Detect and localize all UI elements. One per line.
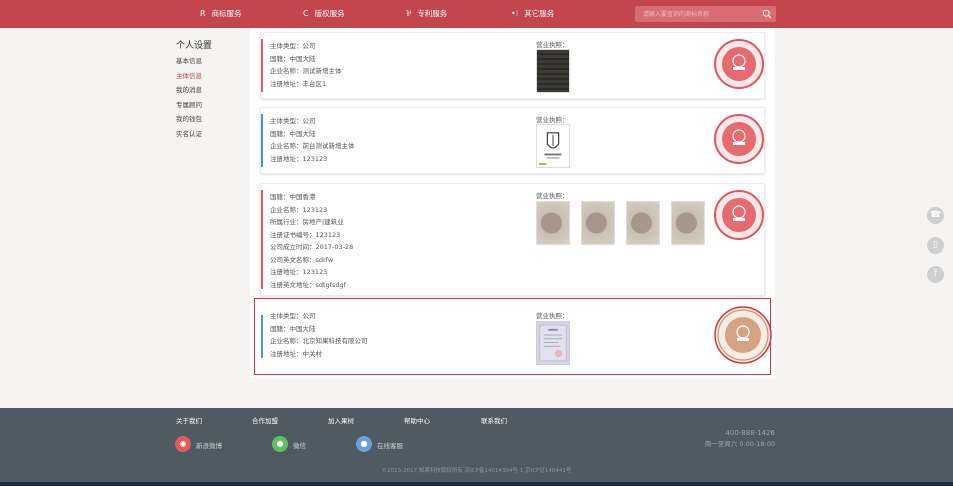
search-icon[interactable] <box>762 9 772 19</box>
nav-label: 专利服务 <box>417 9 448 18</box>
company-seal <box>714 306 772 364</box>
entity-nationality: 国籍：中国大陆 <box>270 324 316 333</box>
card-accent-bar <box>261 315 263 358</box>
entity-nationality: 国籍：中国香港 <box>270 193 316 201</box>
entity-nationality: 国籍：中国大陆 <box>270 129 316 138</box>
wechat-icon: ● <box>272 436 288 452</box>
top-nav-bar: R 商标服务 C 版权服务 ⅌ 专利服务 •⁝ 其它服务 <box>0 0 953 28</box>
entity-address: 注册地址：123123 <box>270 154 328 163</box>
entity-address: 注册地址：123123 <box>270 268 328 276</box>
phone-float-button[interactable]: ▯ <box>927 237 944 254</box>
business-license-label: 营业执照： <box>536 41 569 49</box>
footer-hours: 周一至周六 9:00-18:00 <box>704 440 775 448</box>
business-license-label: 营业执照： <box>536 192 569 200</box>
entity-type: 主体类型：公司 <box>270 42 316 50</box>
sidebar-title: 个人设置 <box>176 41 213 51</box>
social-label: 微信 <box>293 442 306 450</box>
business-license-image[interactable] <box>536 49 570 93</box>
entity-industry: 所属行业：房地产|建筑业 <box>270 218 344 226</box>
footer-copyright: ©2013-2017 知果科技版权所有 京ICP备14014304号-1 京IC… <box>381 468 572 474</box>
business-license-image[interactable] <box>671 201 705 245</box>
settings-sidebar: 个人设置 基本信息 主体信息 我的消息 专属顾问 我的钱包 实名认证 <box>176 38 246 141</box>
entity-card-selected[interactable]: 主体类型：公司 国籍：中国大陆 企业名称：北京知果科技有限公司 注册地址：中关村… <box>254 298 772 375</box>
nav-label: 商标服务 <box>211 9 242 18</box>
footer-link-help[interactable]: 帮助中心 <box>404 415 430 425</box>
business-license-image[interactable] <box>626 201 660 245</box>
nav-trademark-services[interactable]: R 商标服务 <box>200 0 242 28</box>
business-license-image[interactable] <box>536 201 570 245</box>
footer-link-contact[interactable]: 联系我们 <box>481 415 507 425</box>
sidebar-item-wallet[interactable]: 我的钱包 <box>176 112 246 127</box>
business-license-label: 营业执照： <box>536 312 569 320</box>
company-seal <box>714 114 764 164</box>
entity-founded-date: 公司成立时间：2017-03-28 <box>270 243 354 251</box>
weibo-icon: ◉ <box>175 436 191 452</box>
entity-list-panel: 主体类型：公司 国籍：中国大陆 企业名称：测试新增主体 注册地址：丰台区1 营业… <box>250 28 775 378</box>
card-accent-bar <box>261 190 263 289</box>
sidebar-item-entity-info[interactable]: 主体信息 <box>176 69 246 84</box>
entity-english-address: 注册英文地址：sdtgfsdgf <box>270 280 346 289</box>
entity-card[interactable]: 主体类型：公司 国籍：中国大陆 企业名称：前台测试新增主体 注册地址：12312… <box>260 107 765 174</box>
business-license-image[interactable] <box>536 124 570 168</box>
search-box <box>635 6 776 22</box>
other-services-icon: •⁝ <box>511 9 519 18</box>
social-label: 在线客服 <box>377 442 403 450</box>
footer-link-partnership[interactable]: 合作加盟 <box>252 415 278 425</box>
business-license-image[interactable] <box>536 321 570 365</box>
footer-link-join[interactable]: 加入果树 <box>328 415 354 425</box>
entity-certificate-number: 注册证书编号：123123 <box>270 230 341 239</box>
business-license-label: 营业执照： <box>536 116 569 124</box>
social-label: 新浪微博 <box>196 442 222 450</box>
entity-card[interactable]: 主体类型：公司 国籍：中国大陆 企业名称：测试新增主体 注册地址：丰台区1 营业… <box>260 32 765 99</box>
entity-info: 主体类型：公司 国籍：中国大陆 企业名称：测试新增主体 注册地址：丰台区1 <box>270 40 342 90</box>
card-accent-bar <box>261 114 263 167</box>
business-license-image[interactable] <box>581 201 615 245</box>
back-to-top-button[interactable]: ⤒ <box>927 266 944 283</box>
copyright-icon: C <box>303 9 309 18</box>
entity-address: 注册地址：丰台区1 <box>270 79 327 88</box>
entity-company-name: 企业名称：123123 <box>270 205 328 214</box>
entity-type: 主体类型：公司 <box>270 312 316 320</box>
entity-type: 主体类型：公司 <box>270 117 316 125</box>
company-seal <box>714 190 764 240</box>
footer-link-about[interactable]: 关于我们 <box>176 415 202 425</box>
entity-card[interactable]: 国籍：中国香港 企业名称：123123 所属行业：房地产|建筑业 注册证书编号：… <box>260 183 765 296</box>
entity-company-name: 企业名称：测试新增主体 <box>270 67 342 75</box>
entity-english-name: 公司英文名称：sdrfw <box>270 255 334 264</box>
os-taskbar <box>0 482 953 486</box>
nav-patent-services[interactable]: ⅌ 专利服务 <box>406 0 447 28</box>
entity-info: 主体类型：公司 国籍：中国大陆 企业名称：北京知果科技有限公司 注册地址：中关村 <box>270 310 368 360</box>
sidebar-item-messages[interactable]: 我的消息 <box>176 83 246 98</box>
nav-label: 其它服务 <box>524 9 555 18</box>
site-footer: 关于我们 合作加盟 加入果树 帮助中心 联系我们 ◉ 新浪微博 ● 微信 ● 在… <box>0 408 953 482</box>
footer-phone: 400-888-1426 <box>725 429 775 437</box>
entity-info: 国籍：中国香港 企业名称：123123 所属行业：房地产|建筑业 注册证书编号：… <box>270 191 353 291</box>
sidebar-item-advisor[interactable]: 专属顾问 <box>176 98 246 113</box>
chat-icon: ● <box>356 436 372 452</box>
entity-nationality: 国籍：中国大陆 <box>270 54 316 63</box>
entity-company-name: 企业名称：北京知果科技有限公司 <box>270 337 368 345</box>
patent-icon: ⅌ <box>406 9 412 18</box>
nav-other-services[interactable]: •⁝ 其它服务 <box>511 0 554 28</box>
entity-info: 主体类型：公司 国籍：中国大陆 企业名称：前台测试新增主体 注册地址：12312… <box>270 115 355 165</box>
company-seal <box>714 39 764 89</box>
entity-address: 注册地址：中关村 <box>270 349 322 358</box>
entity-company-name: 企业名称：前台测试新增主体 <box>270 142 355 150</box>
sidebar-item-basic-info[interactable]: 基本信息 <box>176 54 246 69</box>
sidebar-item-verification[interactable]: 实名认证 <box>176 127 246 142</box>
search-input[interactable] <box>635 6 759 22</box>
nav-copyright-services[interactable]: C 版权服务 <box>303 0 345 28</box>
nav-label: 版权服务 <box>314 9 345 18</box>
card-accent-bar <box>261 39 263 92</box>
service-float-button[interactable]: ☎ <box>927 207 944 224</box>
trademark-icon: R <box>200 9 206 18</box>
